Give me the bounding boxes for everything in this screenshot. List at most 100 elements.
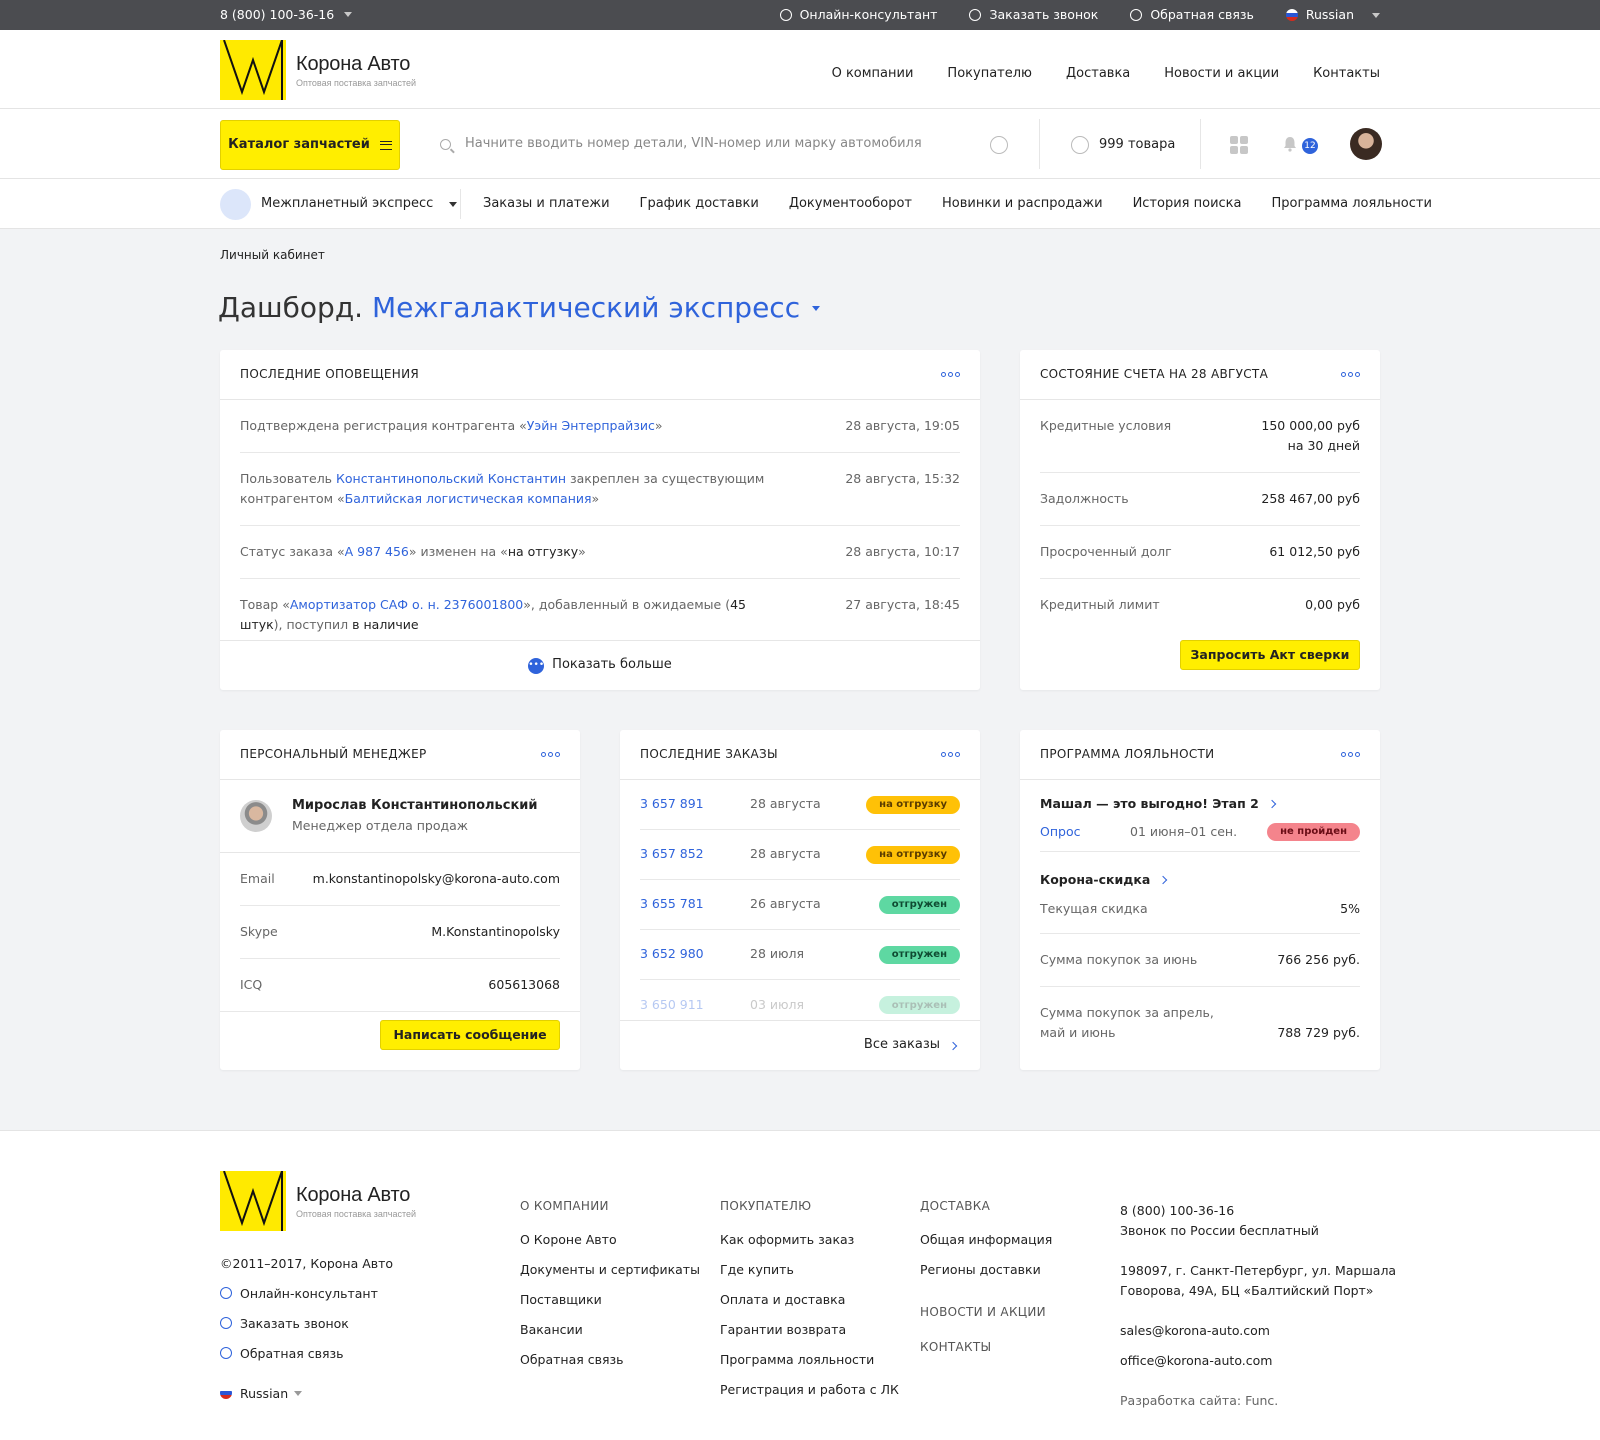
main-nav: О компании Покупателю Доставка Новости и… xyxy=(832,66,1380,83)
footer-language-selector[interactable]: Russian xyxy=(220,1379,393,1409)
more-options-icon[interactable] xyxy=(1341,372,1360,377)
top-bar: 8 (800) 100-36-16 Онлайн-консультант Зак… xyxy=(0,0,1600,30)
footer-callback-link[interactable]: Заказать звонок xyxy=(220,1309,393,1339)
nav-news[interactable]: Новости и акции xyxy=(1164,66,1279,83)
status-badge: отгружен xyxy=(878,945,960,964)
manager-name: Мирослав Константинопольский xyxy=(292,798,538,813)
footer-contacts-link[interactable]: Контакты xyxy=(920,1340,1052,1356)
footer-contacts: ©2011–2017, Корона Авто Онлайн-консульта… xyxy=(220,1249,393,1409)
more-options-icon[interactable] xyxy=(541,752,560,757)
discount-link[interactable]: Корона-скидка xyxy=(1040,872,1360,888)
chevron-right-icon xyxy=(1159,876,1168,885)
loyalty-row: Сумма покупок за июнь 766 256 руб. xyxy=(1040,934,1360,987)
subnav-documents[interactable]: Документооборот xyxy=(789,196,912,213)
callback-link[interactable]: Заказать звонок xyxy=(969,7,1098,23)
status-badge: отгружен xyxy=(878,895,960,914)
order-row[interactable]: 3 657 891 28 августа на отгрузку xyxy=(640,780,960,830)
card-title: Персональный менеджер xyxy=(240,746,427,761)
contractor-link[interactable]: Балтийская логистическая компания xyxy=(345,491,592,506)
write-message-button[interactable]: Написать сообщение xyxy=(380,1020,560,1050)
online-consultant-link[interactable]: Онлайн-консультант xyxy=(779,7,937,23)
chevron-down-icon xyxy=(344,12,353,17)
vin-scan-icon[interactable] xyxy=(990,136,1008,154)
user-link[interactable]: Константинопольский Константин xyxy=(336,471,566,486)
divider xyxy=(1200,119,1201,169)
order-link[interactable]: А 987 456 xyxy=(345,544,409,559)
order-row[interactable]: 3 655 781 26 августа отгружен xyxy=(640,880,960,930)
cart-button[interactable]: 999 товара xyxy=(1071,136,1175,154)
footer-email-office[interactable]: office@korona-auto.com xyxy=(1120,1351,1396,1371)
subnav-schedule[interactable]: График доставки xyxy=(640,196,759,213)
catalog-button[interactable]: Каталог запчастей xyxy=(220,120,400,170)
manager-role: Менеджер отдела продаж xyxy=(292,817,469,833)
nav-delivery[interactable]: Доставка xyxy=(1066,66,1130,83)
notifications-badge: 12 xyxy=(1302,138,1318,154)
all-orders-link[interactable]: Все заказы xyxy=(620,1020,980,1070)
subnav-loyalty[interactable]: Программа лояльности xyxy=(1271,196,1431,213)
chevron-down-icon xyxy=(812,306,821,311)
company-title-selector[interactable]: Межгалактический экспресс xyxy=(372,291,821,324)
header: Корона Авто Оптовая поставка запчастей О… xyxy=(0,30,1600,109)
subnav-new[interactable]: Новинки и распродажи xyxy=(942,196,1103,213)
manager-contact-row: Email m.konstantinopolsky@korona-auto.com xyxy=(240,853,560,907)
circle-icon xyxy=(779,9,792,22)
nav-about[interactable]: О компании xyxy=(832,66,914,83)
product-link[interactable]: Амортизатор САФ о. н. 2376001800 xyxy=(290,597,523,612)
more-options-icon[interactable] xyxy=(1341,752,1360,757)
developer-link[interactable]: Func. xyxy=(1245,1393,1278,1408)
contractor-link[interactable]: Уэйн Энтерпрайзис xyxy=(527,418,655,433)
show-more-button[interactable]: ••• Показать больше xyxy=(220,640,980,690)
footer-logo[interactable]: Корона Авто Оптовая поставка запчастей xyxy=(220,1171,416,1231)
language-selector[interactable]: Russian xyxy=(1285,7,1380,23)
manager-email[interactable]: m.konstantinopolsky@korona-auto.com xyxy=(313,869,560,889)
order-row[interactable]: 3 657 852 28 августа на отгрузку xyxy=(640,830,960,880)
loyalty-row: Текущая скидка 5% xyxy=(1040,889,1360,934)
chevron-right-icon xyxy=(1267,799,1277,809)
nav-customers[interactable]: Покупателю xyxy=(947,66,1032,83)
crown-logo-icon xyxy=(220,1171,286,1231)
notifications-card: Последние оповещения Подтверждена регист… xyxy=(220,350,980,690)
card-title: Последние заказы xyxy=(640,746,778,761)
chevron-down-icon xyxy=(449,202,458,207)
company-selector[interactable]: Межпланетный экспресс xyxy=(220,189,458,220)
manager-avatar xyxy=(240,800,272,833)
circle-icon xyxy=(1130,9,1143,22)
more-options-icon[interactable] xyxy=(941,372,960,377)
footer-col-contacts: 8 (800) 100-36-16 Звонок по России беспл… xyxy=(1120,1201,1397,1408)
survey-link[interactable]: Опрос xyxy=(1040,824,1130,840)
subnav-orders[interactable]: Заказы и платежи xyxy=(483,196,610,213)
chevron-right-icon xyxy=(948,1041,958,1050)
status-badge: на отгрузку xyxy=(866,845,960,864)
bell-icon[interactable] xyxy=(1282,136,1298,152)
menu-icon xyxy=(379,140,392,150)
search-input[interactable]: Начните вводить номер детали, VIN-номер … xyxy=(440,136,1000,153)
footer-online-link[interactable]: Онлайн-консультант xyxy=(220,1279,393,1309)
footer-phone[interactable]: 8 (800) 100-36-16 xyxy=(1120,1201,1396,1221)
phone-selector[interactable]: 8 (800) 100-36-16 xyxy=(220,7,353,23)
apps-grid-icon[interactable] xyxy=(1230,136,1248,154)
order-row[interactable]: 3 652 980 28 июля отгружен xyxy=(640,930,960,980)
card-title: Последние оповещения xyxy=(240,366,419,381)
request-reconciliation-button[interactable]: Запросить Акт сверки xyxy=(1180,640,1360,670)
orders-list[interactable]: 3 657 891 28 августа на отгрузку 3 657 852… xyxy=(620,780,980,1020)
logo[interactable]: Корона Авто Оптовая поставка запчастей xyxy=(220,40,416,100)
account-card: Состояние счета на 28 августа Кредитные … xyxy=(1020,350,1380,690)
breadcrumb[interactable]: Личный кабинет xyxy=(220,248,325,264)
circle-icon xyxy=(220,1287,232,1299)
user-avatar[interactable] xyxy=(1350,128,1382,160)
footer-email-sales[interactable]: sales@korona-auto.com xyxy=(1120,1321,1396,1341)
order-row[interactable]: 3 650 911 03 июля отгружен xyxy=(640,980,960,1020)
notification-item: Подтверждена регистрация контрагента «Уэ… xyxy=(240,400,960,453)
status-badge: отгружен xyxy=(878,996,960,1014)
footer-feedback-link[interactable]: Обратная связь xyxy=(220,1339,393,1369)
promo-link[interactable]: Машал — это выгодно! Этап 2 xyxy=(1040,796,1360,812)
footer-news-link[interactable]: Новости и акции xyxy=(920,1305,1052,1321)
feedback-link[interactable]: Обратная связь xyxy=(1130,7,1254,23)
orders-card: Последние заказы 3 657 891 28 августа на о… xyxy=(620,730,980,1070)
circle-icon xyxy=(969,9,982,22)
crown-logo-icon xyxy=(220,40,286,100)
more-options-icon[interactable] xyxy=(941,752,960,757)
divider xyxy=(460,189,461,219)
nav-contacts[interactable]: Контакты xyxy=(1313,66,1380,83)
subnav-history[interactable]: История поиска xyxy=(1133,196,1242,213)
